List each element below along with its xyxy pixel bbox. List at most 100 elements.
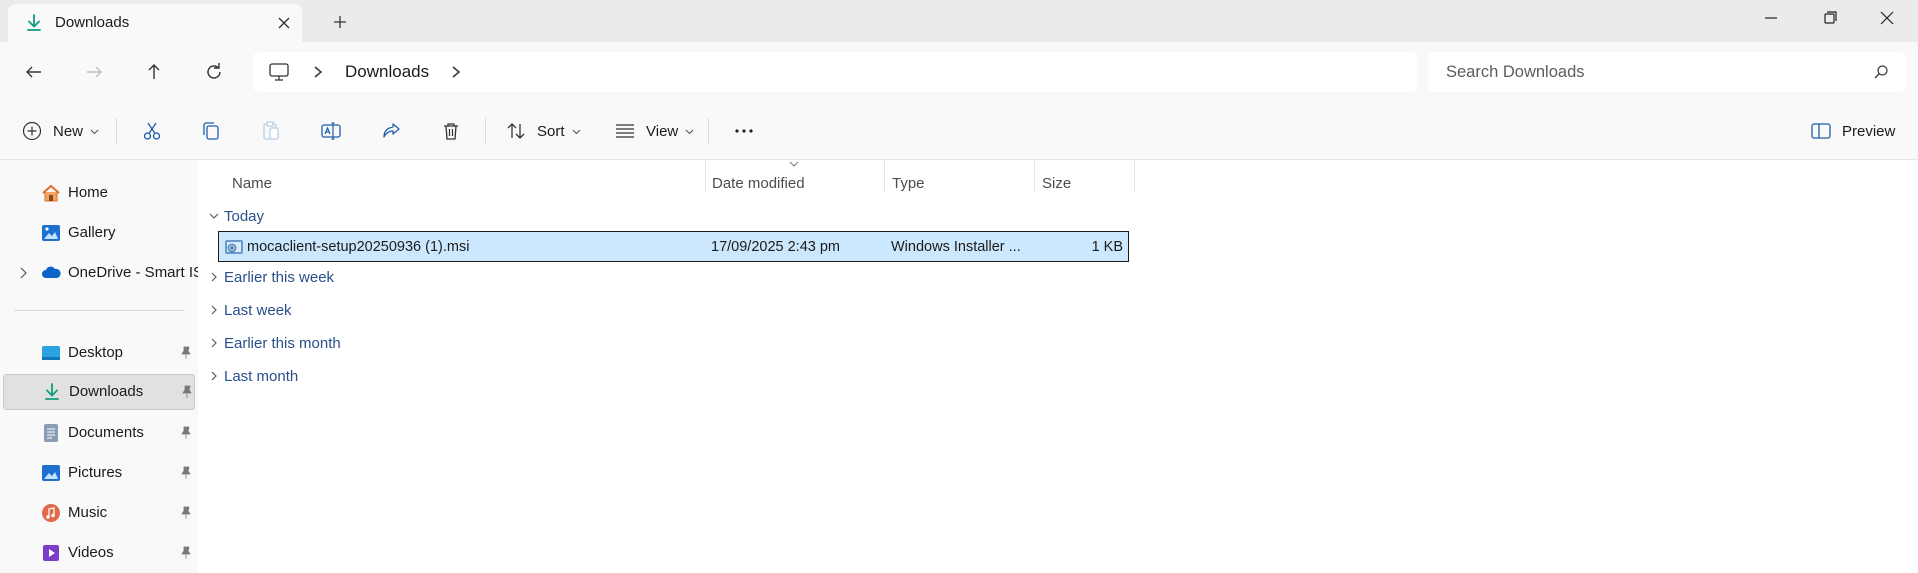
sidebar-item-documents[interactable]: Documents [3,415,195,451]
chevron-right-icon [211,338,217,348]
chevron-right-icon[interactable] [17,266,29,280]
sidebar-item-desktop[interactable]: Desktop [3,335,195,371]
tab-title: Downloads [55,14,130,31]
new-button[interactable]: New [21,119,99,143]
sort-button[interactable]: Sort [505,119,581,143]
column-header-size[interactable]: Size [1034,167,1134,199]
search-input[interactable]: Search Downloads [1428,52,1906,92]
sidebar-item-label: Documents [68,424,144,441]
tab-downloads[interactable]: Downloads [8,4,302,42]
sidebar-item-downloads[interactable]: Downloads [3,374,195,410]
refresh-icon[interactable] [201,59,227,85]
sidebar-item-label: Downloads [69,383,144,400]
chevron-right-icon[interactable] [311,64,325,80]
copy-icon [203,122,219,140]
column-header-label: Name [232,175,273,192]
sort-label: Sort [537,122,565,140]
new-label: New [53,122,84,140]
sidebar-item-label: Home [68,184,109,201]
sidebar-item-label: Music [68,504,108,521]
download-icon [45,383,59,400]
sidebar-item-gallery[interactable]: Gallery [3,215,195,251]
cut-button[interactable] [141,119,163,143]
column-header-label: Size [1042,175,1072,192]
sidebar-divider [14,310,184,311]
file-list: Name Date modified Type Size Today mocac… [198,160,1918,573]
sidebar-item-label: Desktop [68,344,124,361]
sidebar-item-home[interactable]: Home [3,175,195,211]
sidebar-item-onedrive[interactable]: OneDrive - Smart IS [3,255,203,291]
this-pc-icon[interactable] [268,62,290,82]
msi-installer-icon [225,240,243,254]
group-label: Today [224,208,265,225]
rename-icon [321,122,341,140]
sidebar-item-music[interactable]: Music [3,495,195,531]
column-header-date-modified[interactable]: Date modified [704,167,884,199]
column-header-name[interactable]: Name [224,167,704,199]
chevron-right-icon [211,272,217,282]
chevron-right-icon[interactable] [449,64,463,80]
home-icon [42,184,60,202]
file-size: 1 KB [1091,239,1123,255]
pin-icon[interactable] [179,346,193,360]
restore-icon[interactable] [1810,6,1850,30]
address-bar[interactable]: Downloads [253,52,1417,92]
chevron-down-icon [572,129,580,134]
column-header-type[interactable]: Type [884,167,1034,199]
pin-icon[interactable] [179,426,193,440]
rename-button[interactable] [320,119,342,143]
up-arrow-icon[interactable] [141,59,167,85]
divider [708,118,709,144]
desktop-icon [42,346,60,360]
navigation-pane: Home Gallery OneDrive - Smart IS Desktop [0,160,203,573]
sidebar-item-videos[interactable]: Videos [3,535,195,571]
preview-button[interactable]: Preview [1810,119,1895,143]
more-options-button[interactable] [733,119,755,143]
file-type: Windows Installer ... [891,239,1021,255]
pin-icon[interactable] [179,466,193,480]
share-icon [383,123,400,138]
navigation-bar: Downloads Search Downloads [0,42,1918,102]
view-button[interactable]: View [614,119,694,143]
group-label: Last week [224,302,292,319]
pictures-icon [42,465,60,481]
copy-button[interactable] [200,119,222,143]
forward-arrow-icon[interactable] [81,59,107,85]
more-icon [735,129,753,133]
pin-icon[interactable] [180,385,194,399]
view-label: View [646,122,679,140]
pin-icon[interactable] [179,506,193,520]
chevron-down-icon [90,129,99,134]
back-arrow-icon[interactable] [21,59,47,85]
search-placeholder: Search Downloads [1446,63,1585,81]
onedrive-cloud-icon [42,266,61,278]
file-date-modified: 17/09/2025 2:43 pm [711,239,840,255]
column-divider[interactable] [1134,160,1135,192]
sort-icon [507,123,525,139]
add-icon [22,121,42,141]
minimize-icon[interactable] [1751,6,1791,30]
gallery-icon [42,225,60,241]
breadcrumb-downloads[interactable]: Downloads [345,62,429,82]
sidebar-item-pictures[interactable]: Pictures [3,455,195,491]
delete-icon [444,123,458,140]
share-button[interactable] [380,119,402,143]
search-icon [1874,65,1888,79]
group-label: Earlier this week [224,269,335,286]
sidebar-item-label: Videos [68,544,114,561]
file-row[interactable]: mocaclient-setup20250936 (1).msi 17/09/2… [218,231,1129,262]
delete-button[interactable] [440,119,462,143]
new-tab-icon[interactable] [330,12,350,32]
title-bar: Downloads [0,0,1918,42]
file-name: mocaclient-setup20250936 (1).msi [247,239,470,255]
documents-icon [44,424,58,442]
chevron-down-icon [209,213,219,219]
music-icon [42,504,60,522]
pin-icon[interactable] [179,546,193,560]
column-header-label: Date modified [712,175,805,192]
close-tab-icon[interactable] [274,13,294,33]
preview-pane-icon [1811,123,1831,139]
paste-button[interactable] [260,119,282,143]
close-window-icon[interactable] [1867,6,1907,30]
paste-icon [263,121,279,140]
